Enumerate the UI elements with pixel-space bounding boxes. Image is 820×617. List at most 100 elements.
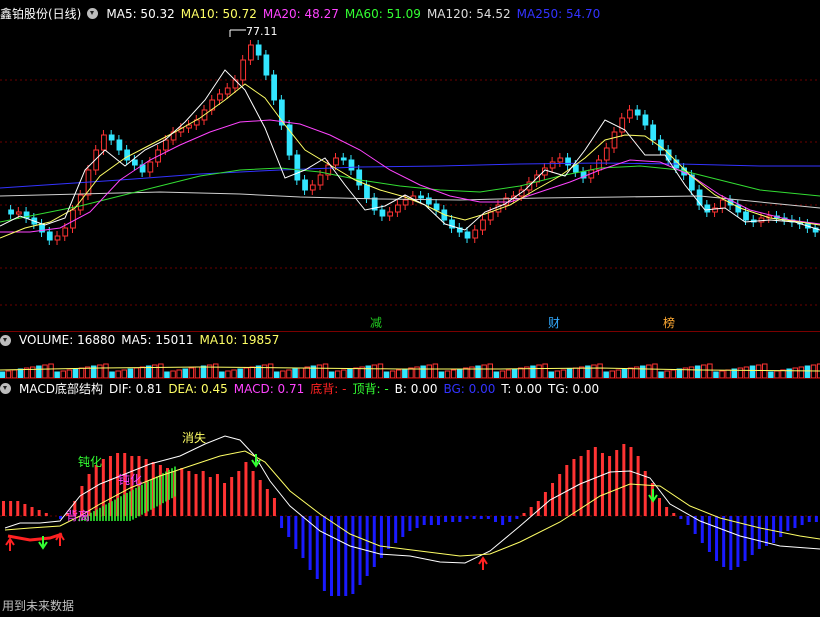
volume-bar bbox=[572, 367, 579, 378]
volume-bar bbox=[396, 369, 402, 378]
ma60-value: MA60: 51.09 bbox=[344, 6, 421, 21]
macd-histogram-bar bbox=[372, 516, 376, 567]
macd-menu-icon[interactable] bbox=[0, 383, 11, 394]
candle-body bbox=[62, 227, 69, 237]
volume-bar bbox=[103, 363, 109, 378]
ma250-line bbox=[0, 162, 820, 189]
volume-bar bbox=[701, 364, 707, 378]
volume-bar bbox=[176, 369, 182, 378]
volume-bar bbox=[566, 368, 573, 378]
macd-histogram-bar bbox=[422, 516, 426, 525]
macd-histogram-bar bbox=[436, 516, 440, 525]
candle-body bbox=[464, 231, 471, 239]
volume-bar bbox=[627, 367, 634, 378]
macd-histogram-bar bbox=[44, 513, 48, 516]
ma120-value: MA120: 54.52 bbox=[426, 6, 511, 21]
candle-body bbox=[255, 44, 262, 56]
macd-histogram-bar bbox=[629, 447, 633, 516]
macd-histogram-bar bbox=[700, 516, 704, 543]
candle-body bbox=[627, 109, 633, 119]
volume-bar bbox=[402, 368, 408, 378]
macd-chart[interactable]: 钝化 钝化 消失 背离 bbox=[0, 396, 820, 596]
bg-value: BG: 0.00 bbox=[443, 381, 496, 396]
volume-bar bbox=[188, 367, 195, 378]
candle-body bbox=[642, 114, 649, 126]
candle-body bbox=[379, 209, 386, 217]
macd-histogram-bar bbox=[465, 516, 469, 519]
volume-value: VOLUME: 16880 bbox=[19, 333, 116, 347]
volume-bar bbox=[774, 370, 780, 378]
macd-histogram-bar bbox=[9, 501, 13, 516]
macd-histogram-bar bbox=[679, 516, 683, 519]
volume-bar bbox=[200, 365, 207, 378]
volume-bar bbox=[450, 369, 457, 378]
macd-histogram-bar bbox=[515, 516, 519, 519]
event-label-ranking[interactable]: 榜 bbox=[663, 315, 675, 330]
candle-body bbox=[418, 195, 424, 199]
volume-bar bbox=[444, 370, 451, 378]
annotation-divergence: 背离 bbox=[66, 508, 90, 523]
volume-bar bbox=[408, 367, 414, 378]
macd-histogram-bar bbox=[2, 501, 5, 516]
ma5-line bbox=[0, 69, 820, 231]
volume-bar bbox=[798, 366, 805, 378]
macd-histogram-bar bbox=[672, 513, 676, 516]
candle-body bbox=[15, 211, 22, 215]
volume-bar bbox=[243, 367, 249, 378]
macd-histogram-bar bbox=[786, 516, 790, 531]
macd-histogram-bar bbox=[750, 516, 754, 555]
macd-histogram-bar bbox=[600, 453, 604, 516]
volume-bar bbox=[615, 369, 622, 378]
candle-body bbox=[240, 59, 247, 81]
volume-bar bbox=[347, 368, 353, 378]
macd-histogram-bar bbox=[608, 456, 612, 516]
volume-bar bbox=[530, 365, 536, 378]
candle-body bbox=[472, 229, 479, 239]
volume-bar bbox=[182, 368, 188, 378]
macd-value: MACD: 0.71 bbox=[233, 381, 305, 396]
candle-body bbox=[650, 124, 657, 141]
macd-histogram-bar bbox=[586, 450, 590, 516]
t-value: T: 0.00 bbox=[501, 381, 542, 396]
event-label-finance[interactable]: 财 bbox=[548, 316, 560, 330]
ma20-line bbox=[0, 119, 820, 233]
macd-histogram-bar bbox=[351, 516, 355, 594]
volume-bar bbox=[115, 370, 121, 378]
dif-value: DIF: 0.81 bbox=[108, 381, 163, 396]
macd-histogram-bar bbox=[472, 516, 476, 519]
ma250-value: MA250: 54.70 bbox=[516, 6, 601, 21]
volume-bar bbox=[304, 366, 310, 378]
macd-histogram-bar bbox=[223, 483, 227, 516]
volume-menu-icon[interactable] bbox=[0, 334, 11, 346]
volume-bar bbox=[335, 370, 341, 378]
price-chart[interactable]: 77.11 减 财 榜 bbox=[0, 0, 820, 330]
volume-bar bbox=[426, 364, 432, 378]
volume-chart[interactable] bbox=[0, 346, 820, 378]
volume-bar bbox=[292, 368, 298, 378]
macd-name: MACD底部结构 bbox=[19, 382, 103, 396]
annotation-disappear: 消失 bbox=[182, 430, 206, 445]
indicator-menu-icon[interactable] bbox=[87, 8, 99, 19]
volume-bar bbox=[646, 364, 652, 378]
volume-bar bbox=[505, 369, 512, 378]
macd-histogram-bar bbox=[244, 462, 248, 516]
macd-histogram-bar bbox=[636, 456, 640, 516]
candle-body bbox=[340, 157, 347, 161]
candle-body bbox=[402, 199, 409, 206]
event-label-reduce[interactable]: 减 bbox=[370, 316, 382, 330]
macd-histogram-bar bbox=[365, 516, 369, 576]
candle-body bbox=[46, 231, 53, 241]
volume-bar bbox=[78, 367, 85, 378]
candle-body bbox=[387, 211, 394, 217]
macd-histogram-bar bbox=[715, 516, 719, 561]
volume-bar bbox=[5, 370, 12, 378]
candle-body bbox=[54, 235, 61, 241]
bottom-structure-line bbox=[7, 532, 63, 542]
volume-bar bbox=[225, 370, 231, 378]
volume-bar bbox=[560, 369, 567, 378]
macd-histogram-bar bbox=[401, 516, 405, 537]
volume-bar bbox=[66, 369, 73, 378]
candle-body bbox=[294, 154, 301, 181]
macd-histogram-bar bbox=[358, 516, 362, 585]
volume-bar bbox=[194, 366, 201, 378]
